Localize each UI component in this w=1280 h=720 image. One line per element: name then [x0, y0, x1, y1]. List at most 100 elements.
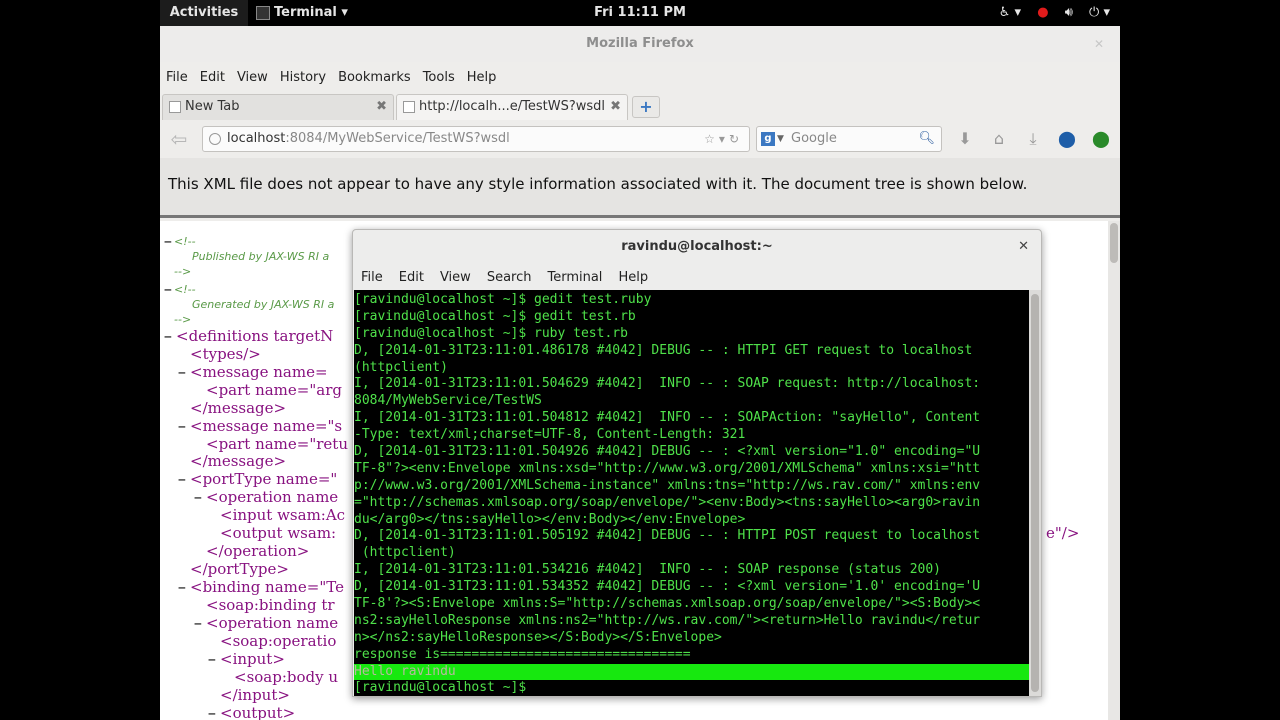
menu-terminal[interactable]: Terminal	[547, 270, 602, 285]
close-icon[interactable]: ✕	[1094, 26, 1104, 62]
menu-help[interactable]: Help	[467, 70, 497, 85]
google-icon[interactable]: g	[761, 132, 775, 146]
chevron-down-icon[interactable]: ▼	[777, 127, 784, 151]
globe-icon[interactable]	[209, 133, 221, 145]
xml-comment-close: -->	[174, 313, 192, 326]
menu-edit[interactable]: Edit	[200, 70, 225, 85]
collapse-toggle[interactable]: −	[194, 617, 202, 632]
terminal-line: I, [2014-01-31T23:11:01.504629 #4042] IN…	[354, 376, 981, 392]
collapse-toggle[interactable]: −	[178, 581, 186, 596]
menu-tools[interactable]: Tools	[423, 70, 455, 85]
xml-line: <message name="s	[190, 417, 343, 435]
xml-comment-open: <!--	[174, 235, 196, 248]
terminal-window: ravindu@localhost:~ ✕ File Edit View Sea…	[352, 229, 1042, 697]
navigation-toolbar: ⇦ localhost:8084/MyWebService/TestWS?wsd…	[160, 122, 1120, 158]
menu-file[interactable]: File	[166, 70, 188, 85]
close-tab-icon[interactable]: ✖	[610, 95, 621, 119]
search-icon[interactable]: 🔍︎	[918, 127, 935, 151]
terminal-line: du</arg0></tns:sayHello></env:Body></env…	[354, 511, 746, 527]
collapse-toggle[interactable]: −	[208, 653, 216, 668]
collapse-toggle[interactable]: −	[208, 707, 216, 720]
terminal-line: 8084/MyWebService/TestWS	[354, 393, 542, 409]
new-tab-button[interactable]: +	[632, 96, 660, 118]
addon-icon[interactable]: ⬤	[1090, 128, 1112, 150]
page-icon	[403, 101, 415, 113]
collapse-toggle[interactable]: −	[164, 330, 172, 345]
xml-line: <soap:binding tr	[206, 596, 335, 614]
search-bar[interactable]: g ▼ Google 🔍︎	[756, 126, 942, 152]
menu-view[interactable]: View	[237, 70, 268, 85]
xml-line: <types/>	[190, 345, 261, 363]
xml-line: <part name="arg	[206, 381, 342, 399]
close-tab-icon[interactable]: ✖	[376, 95, 387, 119]
menu-edit[interactable]: Edit	[399, 270, 424, 285]
system-status-area[interactable]: ♿ ▾ ● 🔊︎ ⏻ ▾	[987, 0, 1110, 26]
xml-line: <message name=	[190, 363, 328, 381]
downloads-icon[interactable]: ⤓	[1022, 128, 1044, 150]
xml-line: <output wsam:	[220, 524, 337, 542]
terminal-scrollbar[interactable]	[1029, 290, 1041, 696]
terminal-line: D, [2014-01-31T23:11:01.486178 #4042] DE…	[354, 342, 973, 358]
activities-button[interactable]: Activities	[160, 0, 248, 26]
terminal-title: ravindu@localhost:~	[621, 239, 773, 254]
scrollbar-thumb[interactable]	[1031, 294, 1039, 692]
app-menu-label: Terminal	[274, 5, 337, 20]
terminal-line: n></ns2:sayHelloResponse></S:Body></S:En…	[354, 629, 722, 645]
collapse-toggle[interactable]: −	[194, 491, 202, 506]
close-icon[interactable]: ✕	[1018, 230, 1029, 264]
terminal-line: p://www.w3.org/2001/XMLSchema-instance" …	[354, 477, 981, 493]
collapse-toggle[interactable]: −	[178, 366, 186, 381]
bookmark-star-icon[interactable]: ☆▾↻	[704, 127, 743, 151]
tab-label: http://localh...e/TestWS?wsdl	[419, 99, 606, 114]
xml-comment-open: <!--	[174, 283, 196, 296]
terminal-line: D, [2014-01-31T23:11:01.505192 #4042] DE…	[354, 528, 981, 544]
tab-label: New Tab	[185, 99, 240, 114]
scrollbar-thumb[interactable]	[1110, 223, 1118, 263]
terminal-line: (httpclient)	[354, 545, 456, 561]
terminal-line: [ravindu@localhost ~]$ gedit test.rb	[354, 308, 636, 324]
record-icon[interactable]: ●	[1037, 0, 1048, 26]
collapse-toggle[interactable]: −	[164, 283, 172, 298]
xml-line: <definitions targetN	[176, 327, 334, 345]
volume-icon[interactable]: 🔊︎	[1065, 0, 1073, 26]
tab-wsdl[interactable]: http://localh...e/TestWS?wsdl ✖	[396, 94, 628, 120]
collapse-toggle[interactable]: −	[178, 420, 186, 435]
terminal-app-icon	[256, 5, 270, 20]
power-icon[interactable]: ⏻ ▾	[1089, 0, 1110, 26]
back-arrow-icon[interactable]: ⇦	[166, 128, 192, 152]
terminal-line: ="http://schemas.xmlsoap.org/soap/envelo…	[354, 494, 981, 510]
terminal-line: I, [2014-01-31T23:11:01.504812 #4042] IN…	[354, 410, 981, 426]
accessibility-icon[interactable]: ♿ ▾	[999, 0, 1021, 26]
menu-help[interactable]: Help	[618, 270, 648, 285]
xml-info-message: This XML file does not appear to have an…	[160, 158, 1120, 218]
collapse-toggle[interactable]: −	[164, 235, 172, 250]
menu-view[interactable]: View	[440, 270, 471, 285]
download-arrow-icon[interactable]: ⬇	[954, 128, 976, 150]
xml-comment-text: Generated by JAX-WS RI a	[192, 298, 335, 311]
firefox-scrollbar[interactable]	[1108, 221, 1120, 720]
menu-file[interactable]: File	[361, 270, 383, 285]
xml-line: <binding name="Te	[190, 578, 344, 596]
menu-bookmarks[interactable]: Bookmarks	[338, 70, 411, 85]
collapse-toggle[interactable]: −	[178, 473, 186, 488]
terminal-line: [ravindu@localhost ~]$	[354, 680, 535, 696]
home-icon[interactable]: ⌂	[988, 128, 1010, 150]
terminal-line: ns2:sayHelloResponse xmlns:ns2="http://w…	[354, 612, 981, 628]
xml-line: <soap:body u	[234, 668, 339, 686]
tab-new-tab[interactable]: New Tab ✖	[162, 94, 394, 120]
desktop-background-right	[1120, 26, 1280, 720]
firefox-titlebar: Mozilla Firefox ✕	[160, 26, 1120, 62]
xml-comment-text: Published by JAX-WS RI a	[192, 250, 330, 263]
xml-line: <input wsam:Ac	[220, 506, 346, 524]
chevron-down-icon: ▾	[341, 5, 348, 20]
url-bar[interactable]: localhost:8084/MyWebService/TestWS?wsdl …	[202, 126, 750, 152]
terminal-titlebar: ravindu@localhost:~ ✕	[353, 230, 1041, 264]
terminal-line: [ravindu@localhost ~]$ gedit test.ruby	[354, 292, 652, 307]
terminal-output[interactable]: [ravindu@localhost ~]$ gedit test.ruby [r…	[354, 290, 1030, 696]
xml-line: </portType>	[190, 560, 289, 578]
menu-history[interactable]: History	[280, 70, 326, 85]
menu-search[interactable]: Search	[487, 270, 532, 285]
terminal-line: TF-8"?><env:Envelope xmlns:xsd="http://w…	[354, 460, 981, 476]
sync-icon[interactable]: ⬤	[1056, 128, 1078, 150]
app-menu[interactable]: Terminal ▾	[250, 0, 350, 26]
